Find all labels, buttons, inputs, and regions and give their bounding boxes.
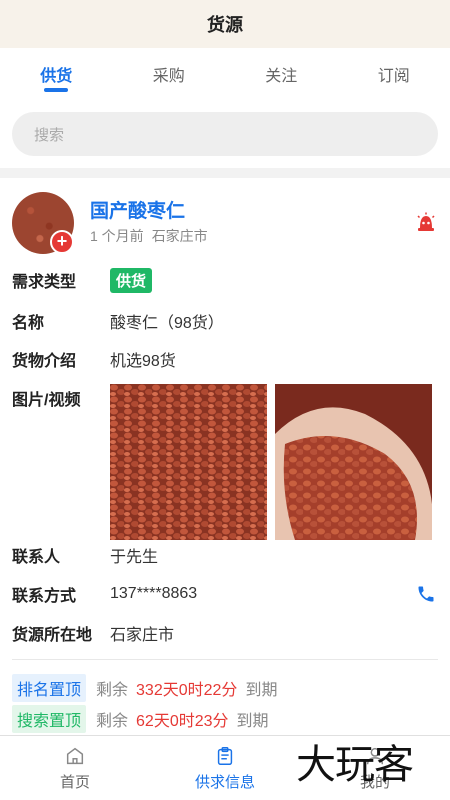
product-photo[interactable] (275, 384, 432, 540)
page-title: 货源 (207, 15, 243, 35)
demand-type-badge: 供货 (110, 267, 153, 293)
field-label: 图片/视频 (12, 392, 81, 409)
photo-gallery (110, 384, 432, 540)
listing-location: 石家庄市 (151, 228, 208, 244)
field-contact-method: 联系方式 137****8863 (12, 581, 438, 607)
field-intro: 货物介绍 机选98货 (12, 346, 438, 372)
tab-supply[interactable]: 供货 (0, 48, 113, 100)
field-label: 联系方式 (12, 588, 77, 605)
field-label: 货物介绍 (12, 353, 77, 370)
tab-label: 订阅 (377, 68, 410, 85)
field-label: 需求类型 (12, 274, 77, 291)
promo-prefix: 剩余 (96, 713, 129, 730)
field-value: 于先生 (110, 549, 159, 566)
listing-time: 1 个月前 (90, 228, 144, 244)
home-icon (66, 747, 84, 764)
promo-suffix: 到期 (236, 713, 269, 730)
promo-suffix: 到期 (245, 682, 278, 699)
product-photo[interactable] (110, 384, 267, 540)
promo-prefix: 剩余 (96, 682, 129, 699)
field-value: 137****8863 (110, 585, 198, 602)
tab-label: 采购 (152, 68, 185, 85)
listing-meta: 1 个月前 石家庄市 (90, 226, 208, 246)
field-label: 联系人 (12, 549, 61, 566)
field-label: 名称 (12, 315, 45, 332)
nav-label: 首页 (59, 773, 90, 791)
alarm-icon[interactable] (416, 212, 436, 234)
field-value: 酸枣仁（98货） (110, 315, 224, 332)
promo-search-top: 搜索置顶 剩余 62天0时23分 到期 (12, 705, 438, 733)
tab-subscribe[interactable]: 订阅 (338, 48, 450, 100)
tab-follow[interactable]: 关注 (225, 48, 338, 100)
active-tab-indicator (44, 88, 69, 92)
field-demand-type: 需求类型 供货 (12, 267, 438, 293)
nav-supply-demand[interactable]: 供求信息 (150, 736, 300, 800)
tab-purchase[interactable]: 采购 (113, 48, 226, 100)
clipboard-icon (217, 746, 233, 765)
tab-label: 关注 (265, 68, 298, 85)
nav-label: 供求信息 (194, 773, 255, 791)
plus-icon[interactable]: + (50, 230, 74, 254)
field-value: 机选98货 (110, 353, 176, 370)
rank-top-tag[interactable]: 排名置顶 (12, 674, 87, 702)
phone-icon[interactable] (416, 584, 436, 604)
search-bar: 搜索 (0, 100, 450, 168)
search-top-tag[interactable]: 搜索置顶 (12, 705, 87, 733)
app-header: 货源 (0, 0, 450, 48)
tab-label: 供货 (40, 68, 73, 85)
search-input[interactable]: 搜索 (12, 112, 438, 156)
tab-bar: 供货 采购 关注 订阅 (0, 48, 450, 100)
field-label: 货源所在地 (12, 627, 93, 644)
listing-card[interactable]: + 国产酸枣仁 1 个月前 石家庄市 需求类型 供货 名称 酸枣仁（98货） 货物… (0, 178, 450, 735)
field-value: 石家庄市 (110, 627, 175, 644)
search-placeholder: 搜索 (34, 126, 65, 144)
promo-remaining: 62天0时23分 (136, 713, 229, 730)
field-origin: 货源所在地 石家庄市 (12, 620, 438, 646)
field-contact-person: 联系人 于先生 (12, 542, 438, 568)
nav-home[interactable]: 首页 (0, 736, 150, 800)
listing-title[interactable]: 国产酸枣仁 (90, 196, 185, 223)
divider (12, 659, 438, 660)
promo-remaining: 332天0时22分 (136, 682, 238, 699)
watermark-text: 大玩客 (296, 742, 414, 788)
promo-rank-top: 排名置顶 剩余 332天0时22分 到期 (12, 674, 438, 702)
field-name: 名称 酸枣仁（98货） (12, 308, 438, 334)
